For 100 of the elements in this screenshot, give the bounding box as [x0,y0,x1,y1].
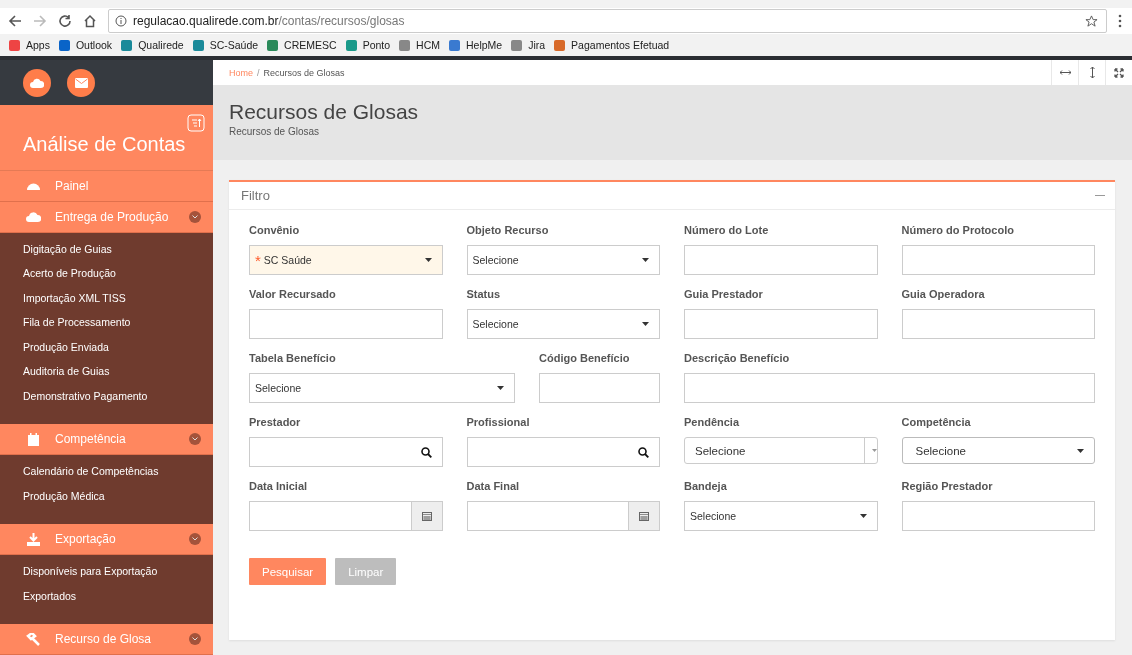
nav-item[interactable]: Disponíveis para Exportação [0,560,213,585]
nav-item[interactable]: Importação XML TISS [0,286,213,311]
bookmark-icon [8,38,21,52]
field-label: Guia Prestador [684,288,764,302]
search-field[interactable] [249,437,443,467]
field-label: Profissional [466,416,531,430]
input-field[interactable] [901,245,1095,275]
nav-item[interactable]: Digitação de Guias [0,237,213,262]
field-label: Competência [901,416,972,430]
input-field[interactable] [249,309,443,339]
mail-button[interactable] [67,68,95,97]
field-label: Objeto Recurso [466,224,550,238]
field-label: Tabela Benefício [249,352,337,366]
section-icon [26,210,41,223]
collapse-icon[interactable] [187,114,205,133]
select-field[interactable]: * SC Saúde [249,245,443,275]
field-label: Prestador [249,416,302,430]
cloud-icon [30,77,44,88]
field-label: Código Benefício [539,352,631,366]
star-icon[interactable] [1085,14,1098,28]
field-label: Convênio [249,224,301,238]
nav-item[interactable]: Calendário de Competências [0,460,213,485]
bookmark-icon [448,38,461,52]
home-icon[interactable] [83,14,97,28]
search-icon[interactable] [420,446,432,458]
required-mark: * [255,251,261,269]
caret-icon [642,322,649,326]
bookmark-icon [191,38,205,52]
bookmark[interactable]: HelpMe [448,38,503,52]
app-title: Análise de Contas [23,132,186,156]
section-icon [26,532,41,546]
nav-item[interactable]: Fila de Processamento [0,311,213,336]
input-field[interactable] [901,501,1095,531]
caret-icon [871,449,877,452]
back-icon[interactable] [8,14,22,28]
input-field[interactable] [684,373,1095,403]
nav-item[interactable]: Demonstrativo Pagamento [0,384,213,409]
search-icon[interactable] [638,446,649,458]
section-icon [26,632,41,646]
bookmark-icon [398,38,412,52]
field-label: Valor Recursado [249,288,337,302]
select-field[interactable]: Selecione [466,309,660,339]
bookmark[interactable]: Qualirede [120,38,184,52]
caret-icon [859,514,867,518]
bookmark[interactable]: Outlook [57,38,113,52]
mail-icon [74,77,88,88]
field-label: Status [466,288,502,302]
search-field[interactable] [466,437,660,467]
bookmark-icon [57,38,71,52]
nav-item[interactable]: Acerto de Produção [0,262,213,287]
select-field[interactable]: Selecione [466,245,660,275]
bookmark-icon [120,38,134,52]
minimize-icon[interactable] [1095,194,1105,197]
input-field[interactable] [684,309,878,339]
date-field[interactable] [249,501,443,531]
reload-icon[interactable] [58,14,72,28]
input-field[interactable] [539,373,660,403]
select-field[interactable]: Selecione [684,501,878,531]
panel-title: Filtro [241,188,270,203]
nav-item[interactable]: Produção Médica [0,484,213,509]
section-icon [26,432,41,446]
menu-icon[interactable] [1118,14,1122,28]
select-field[interactable]: Selecione [249,373,515,403]
calendar-icon[interactable] [421,511,432,521]
bookmark[interactable]: Ponto [344,38,391,52]
nav-item[interactable]: Auditoria de Guias [0,360,213,385]
bookmark-icon [553,38,567,52]
field-label: Data Inicial [249,480,309,494]
breadcrumb-current: Recursos de Glosas [263,67,345,78]
page-title: Recursos de Glosas [229,100,420,124]
info-icon [115,15,127,27]
bookmark[interactable]: Apps [8,38,50,52]
select-field[interactable]: Selecione [684,437,878,464]
input-field[interactable] [684,245,878,275]
field-label: Número do Lote [684,224,770,238]
bookmark-icon [510,38,524,52]
bookmark[interactable]: Jira [510,38,546,52]
forward-icon[interactable] [33,14,47,28]
bookmark[interactable]: CREMESC [266,38,337,52]
cloud-button[interactable] [23,68,51,97]
field-label: Bandeja [684,480,728,494]
field-label: Região Prestador [901,480,994,494]
date-field[interactable] [466,501,660,531]
bookmark[interactable]: HCM [398,38,440,52]
caret-icon [497,386,504,390]
field-label: Descrição Benefício [684,352,791,366]
select-field[interactable]: Selecione [901,437,1095,464]
bookmark[interactable]: SC-Saúde [191,38,259,52]
nav-item[interactable]: Exportados [0,584,213,609]
address-bar[interactable]: regulacao.qualirede.com.br/contas/recursos/glosas [108,9,1107,33]
page-subtitle: Recursos de Glosas [229,126,321,137]
breadcrumb-separator: / [257,67,260,78]
calendar-icon[interactable] [639,511,649,521]
input-field[interactable] [901,309,1095,339]
field-label: Número do Protocolo [901,224,1015,238]
nav-item[interactable]: Produção Enviada [0,335,213,360]
field-label: Data Final [466,480,521,494]
caret-icon [424,258,432,262]
field-label: Pendência [684,416,741,430]
bookmark[interactable]: Pagamentos Efetuad [553,38,670,52]
